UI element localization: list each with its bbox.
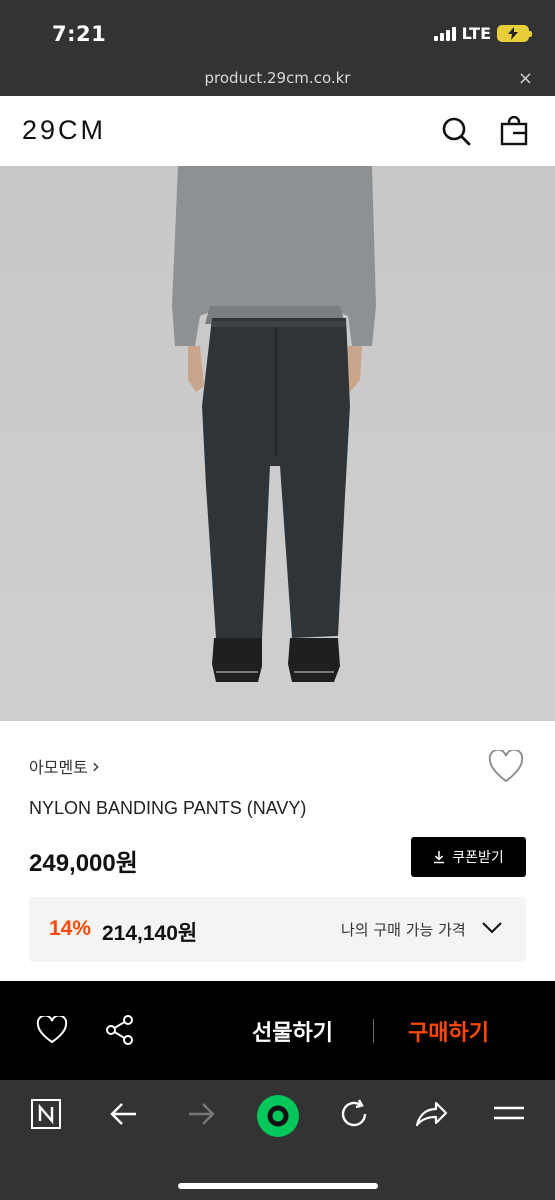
close-icon[interactable]: × [518,68,533,89]
naver-n-icon[interactable] [30,1098,62,1134]
site-logo[interactable]: 29CM [22,115,106,146]
chevron-right-icon: › [91,754,100,778]
home-indicator[interactable] [178,1183,378,1189]
heart-icon[interactable] [487,748,525,788]
buy-button[interactable]: 구매하기 [408,1015,489,1047]
signal-icon [433,26,456,41]
search-icon[interactable] [441,116,471,146]
product-price: 249,000원 [29,850,138,877]
share-arrow-icon[interactable] [414,1098,448,1134]
url-text[interactable]: product.29cm.co.kr [0,69,555,87]
brand-link[interactable]: 아모멘토 › [29,754,100,778]
back-arrow-icon[interactable] [108,1098,140,1134]
reload-icon[interactable] [338,1098,370,1134]
divider [373,1019,374,1043]
discount-label: 나의 구매 가능 가격 [341,921,466,939]
brand-name[interactable]: 아모멘토 [29,754,88,778]
browser-toolbar [0,1080,555,1200]
status-indicators: LTE [433,24,532,43]
site-header: 29CM [0,96,555,166]
green-dot-icon[interactable] [256,1094,300,1142]
wishlist-heart-icon[interactable] [36,1014,68,1048]
url-bar[interactable]: product.29cm.co.kr × [0,62,555,96]
shopping-bag-icon[interactable] [500,115,530,146]
menu-icon[interactable] [492,1098,526,1134]
discount-price: 214,140원 [102,922,198,945]
status-bar: 7:21 LTE [0,0,555,62]
battery-icon [497,25,532,42]
network-type: LTE [461,24,491,43]
product-image[interactable] [0,166,555,721]
product-name: NYLON BANDING PANTS (NAVY) [29,798,307,818]
chevron-down-icon[interactable] [481,920,503,939]
discount-percent: 14% [49,917,92,940]
forward-arrow-icon[interactable] [185,1098,217,1134]
status-time: 7:21 [52,22,107,46]
discount-box[interactable]: 14% 214,140원 나의 구매 가능 가격 [29,897,526,962]
coupon-label: 쿠폰받기 [452,850,504,866]
coupon-button[interactable]: 쿠폰받기 [411,837,526,877]
purchase-bar: 선물하기 구매하기 [0,981,555,1080]
gift-button[interactable]: 선물하기 [252,1015,333,1047]
share-icon[interactable] [104,1014,136,1050]
download-icon [434,851,445,864]
